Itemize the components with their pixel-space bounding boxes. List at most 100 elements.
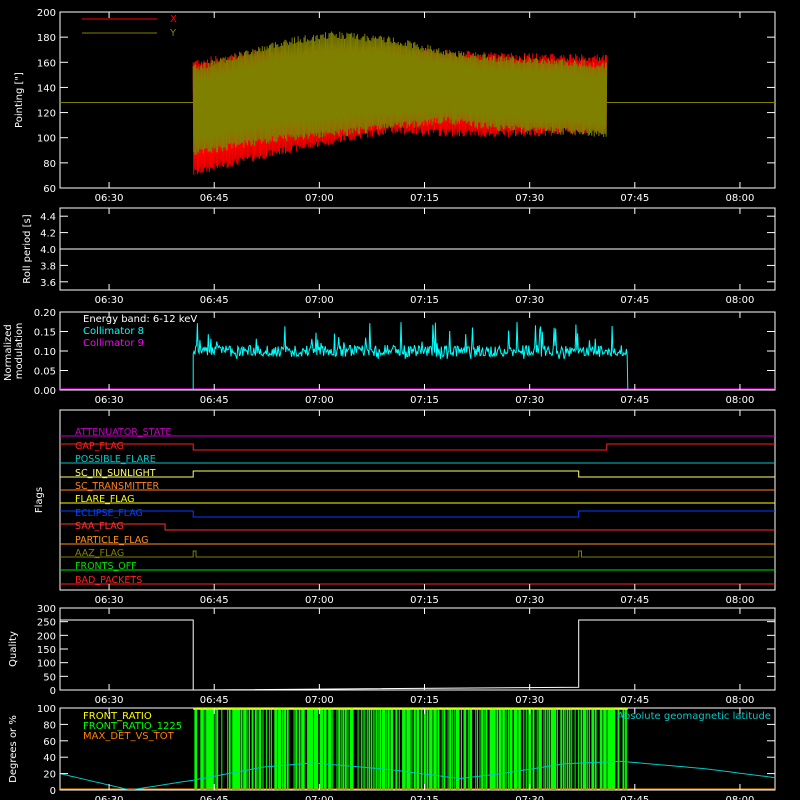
roll-period-y-label: Roll period [s] bbox=[22, 214, 33, 283]
y-tick-label: 300 bbox=[37, 604, 56, 615]
legend-label-max-det-vs-tot: MAX_DET_VS_TOT bbox=[83, 731, 175, 742]
pointing-y-label: Pointing ["] bbox=[14, 72, 25, 128]
x-tick-label: 07:30 bbox=[515, 193, 544, 204]
x-tick-label: 06:30 bbox=[95, 295, 124, 306]
x-tick-label: 07:00 bbox=[305, 695, 334, 706]
x-tick-label: 07:45 bbox=[620, 795, 649, 800]
roll-period-axes: 06:30 06:45 07:00 07:15 07:30 07:45 08:00 3.6 3.… bbox=[40, 208, 775, 306]
y-tick-label: 4.4 bbox=[40, 212, 56, 223]
flags-panel: ATTENUATOR_STATEGAP_FLAGPOSSIBLE_FLARESC… bbox=[34, 409, 776, 606]
y-tick-label: 50 bbox=[43, 672, 56, 683]
y-tick-label: 0.20 bbox=[34, 308, 56, 319]
modulation-panel: 06:30 06:45 07:00 07:15 07:30 07:45 08:00 0.00 0… bbox=[3, 308, 776, 406]
x-tick-label: 07:30 bbox=[515, 395, 544, 406]
flags-y-label: Flags bbox=[34, 487, 45, 513]
quality-y-label: Quality bbox=[8, 631, 19, 667]
pointing-series bbox=[60, 31, 775, 175]
y-tick-label: 100 bbox=[37, 704, 56, 715]
y-tick-label: 180 bbox=[37, 33, 56, 44]
y-tick-label: 100 bbox=[37, 659, 56, 670]
x-tick-label: 07:00 bbox=[305, 795, 334, 800]
y-tick-label: 4.2 bbox=[40, 229, 56, 240]
flags-series: ATTENUATOR_STATEGAP_FLAGPOSSIBLE_FLARESC… bbox=[60, 427, 775, 586]
x-tick-label: 07:15 bbox=[410, 795, 439, 800]
legend-label-x: X bbox=[170, 14, 177, 25]
y-tick-label: 0.05 bbox=[34, 367, 56, 378]
x-tick-label: 07:15 bbox=[410, 193, 439, 204]
x-tick-label: 08:00 bbox=[726, 695, 755, 706]
x-tick-label: 07:30 bbox=[515, 295, 544, 306]
x-tick-label: 06:45 bbox=[200, 193, 229, 204]
x-tick-label: 07:15 bbox=[410, 295, 439, 306]
y-tick-label: 160 bbox=[37, 58, 56, 69]
x-tick-label: 07:15 bbox=[410, 395, 439, 406]
x-tick-label: 06:30 bbox=[95, 795, 124, 800]
y-tick-label: 3.8 bbox=[40, 261, 56, 272]
x-tick-label: 07:00 bbox=[305, 595, 334, 606]
x-tick-label: 06:45 bbox=[200, 295, 229, 306]
y-tick-label: 0.00 bbox=[34, 386, 56, 397]
y-tick-label: 120 bbox=[37, 109, 56, 120]
x-tick-label: 07:15 bbox=[410, 695, 439, 706]
x-tick-label: 07:30 bbox=[515, 595, 544, 606]
modulation-y-label-line2: modulation bbox=[14, 323, 25, 380]
flag-line bbox=[60, 510, 775, 518]
front-ratio-1225-bars bbox=[194, 708, 627, 790]
x-tick-label: 07:45 bbox=[620, 595, 649, 606]
y-tick-label: 0.10 bbox=[34, 347, 56, 358]
flag-line bbox=[60, 443, 775, 451]
quality-series bbox=[60, 619, 775, 691]
x-tick-label: 06:30 bbox=[95, 595, 124, 606]
x-tick-label: 06:45 bbox=[200, 595, 229, 606]
y-tick-label: 80 bbox=[43, 159, 56, 170]
modulation-y-label-line1: Normalized bbox=[3, 324, 14, 381]
y-tick-label: 100 bbox=[37, 134, 56, 145]
y-tick-label: 20 bbox=[43, 770, 56, 781]
legend-label-geomagnetic-latitude: Absolute geomagnetic latitude bbox=[617, 711, 771, 722]
x-tick-label: 07:45 bbox=[620, 695, 649, 706]
flag-line bbox=[60, 550, 775, 558]
x-tick-label: 06:45 bbox=[200, 795, 229, 800]
y-tick-label: 250 bbox=[37, 618, 56, 629]
x-tick-label: 06:30 bbox=[95, 193, 124, 204]
modulation-legend: Energy band: 6-12 keV Collimator 8 Colli… bbox=[83, 314, 197, 349]
pointing-legend: X Y bbox=[82, 14, 177, 39]
y-tick-label: 40 bbox=[43, 753, 56, 764]
x-tick-label: 07:30 bbox=[515, 695, 544, 706]
x-tick-label: 08:00 bbox=[726, 295, 755, 306]
x-tick-label: 08:00 bbox=[726, 395, 755, 406]
ratios-y-label: Degrees or % bbox=[8, 715, 19, 783]
roll-period-panel: 06:30 06:45 07:00 07:15 07:30 07:45 08:00 3.6 3.… bbox=[22, 207, 776, 306]
flags-axes: 06:30 06:45 07:00 07:15 07:30 07:45 08:00 bbox=[95, 410, 755, 606]
modulation-series bbox=[60, 322, 775, 390]
legend-label-collimator-8: Collimator 8 bbox=[83, 326, 144, 337]
x-tick-label: 06:30 bbox=[95, 395, 124, 406]
x-tick-label: 07:00 bbox=[305, 295, 334, 306]
x-tick-label: 07:00 bbox=[305, 193, 334, 204]
x-tick-label: 06:45 bbox=[200, 395, 229, 406]
quality-line bbox=[60, 619, 775, 691]
y-tick-label: 0 bbox=[50, 686, 56, 697]
x-tick-label: 06:30 bbox=[95, 695, 124, 706]
quality-panel: 06:30 06:45 07:00 07:15 07:30 07:45 08:00 0 50 10… bbox=[8, 604, 776, 706]
y-tick-label: 0.15 bbox=[34, 328, 56, 339]
quality-axes: 06:30 06:45 07:00 07:15 07:30 07:45 08:00 0 50 10… bbox=[37, 604, 775, 706]
y-tick-label: 150 bbox=[37, 645, 56, 656]
legend-label-collimator-9: Collimator 9 bbox=[83, 338, 144, 349]
y-tick-label: 60 bbox=[43, 184, 56, 195]
x-tick-label: 07:30 bbox=[515, 795, 544, 800]
flag-line bbox=[60, 470, 775, 478]
y-tick-label: 3.6 bbox=[40, 278, 56, 289]
x-tick-label: 06:45 bbox=[200, 695, 229, 706]
x-tick-label: 07:45 bbox=[620, 395, 649, 406]
flag-label: ECLIPSE_FLAG bbox=[75, 508, 143, 519]
flag-label: GAP_FLAG bbox=[75, 441, 124, 452]
energy-band-label: Energy band: 6-12 keV bbox=[83, 314, 197, 325]
pointing-panel: 06:30 06:45 07:00 07:15 07:30 07:45 08:00 60 80 1… bbox=[14, 8, 776, 204]
x-tick-label: 07:45 bbox=[620, 295, 649, 306]
legend-label-y: Y bbox=[169, 28, 177, 39]
y-tick-label: 200 bbox=[37, 631, 56, 642]
flag-line bbox=[60, 523, 775, 531]
x-tick-label: 07:45 bbox=[620, 193, 649, 204]
x-tick-label: 08:00 bbox=[726, 595, 755, 606]
